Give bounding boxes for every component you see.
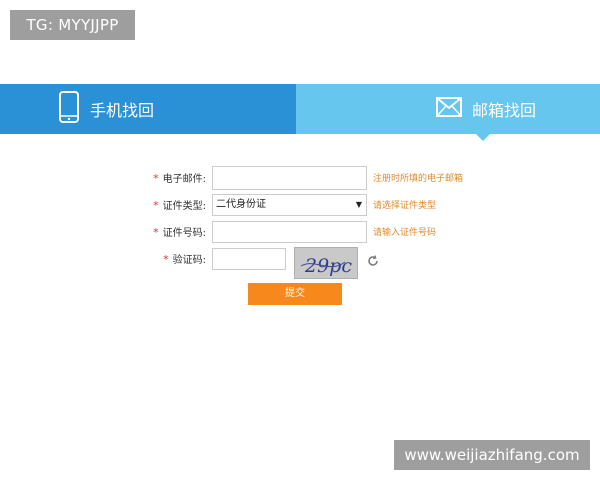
captcha-image[interactable]: 29pc <box>294 247 358 279</box>
phone-icon <box>58 91 80 127</box>
captcha-label-wrap: * 验证码: <box>140 249 206 271</box>
id-number-input[interactable] <box>212 221 367 243</box>
email-label: 电子邮件: <box>162 174 206 185</box>
captcha-input[interactable] <box>212 248 286 270</box>
required-star: * <box>153 199 159 212</box>
active-tab-pointer <box>476 134 490 141</box>
submit-button[interactable]: 提交 <box>248 283 342 305</box>
tab-email-label: 邮箱找回 <box>472 101 537 120</box>
tab-email-recovery[interactable]: 邮箱找回 <box>296 84 600 141</box>
id-number-label-wrap: * 证件号码: <box>140 222 206 244</box>
required-star: * <box>163 253 169 266</box>
email-hint: 注册时所填的电子邮箱 <box>373 174 464 184</box>
tab-phone-recovery[interactable]: 手机找回 <box>0 84 296 134</box>
refresh-icon[interactable] <box>367 252 379 266</box>
recovery-tabs: 手机找回 邮箱找回 <box>0 84 600 141</box>
watermark-top: TG: MYYJJPP <box>10 10 135 40</box>
required-star: * <box>153 172 159 185</box>
email-input[interactable] <box>212 166 367 190</box>
id-type-label: 证件类型: <box>162 201 206 212</box>
watermark-bottom: www.weijiazhifang.com <box>394 440 590 470</box>
required-star: * <box>153 226 159 239</box>
id-number-label: 证件号码: <box>162 228 206 239</box>
caret-down-icon: ▼ <box>355 200 362 209</box>
id-type-label-wrap: * 证件类型: <box>140 195 206 217</box>
tab-phone-label: 手机找回 <box>90 101 155 120</box>
page: TG: MYYJJPP 手机找回 邮箱找回 * 电子邮件: 注册时所填的电子邮箱… <box>0 0 600 480</box>
mail-icon <box>436 97 462 121</box>
id-type-selected: 二代身份证 <box>216 199 266 210</box>
captcha-label: 验证码: <box>172 255 206 266</box>
id-number-hint: 请输入证件号码 <box>373 228 437 238</box>
id-type-hint: 请选择证件类型 <box>373 201 437 211</box>
email-label-wrap: * 电子邮件: <box>140 168 206 190</box>
id-type-select[interactable]: 二代身份证 ▼ <box>212 194 367 216</box>
